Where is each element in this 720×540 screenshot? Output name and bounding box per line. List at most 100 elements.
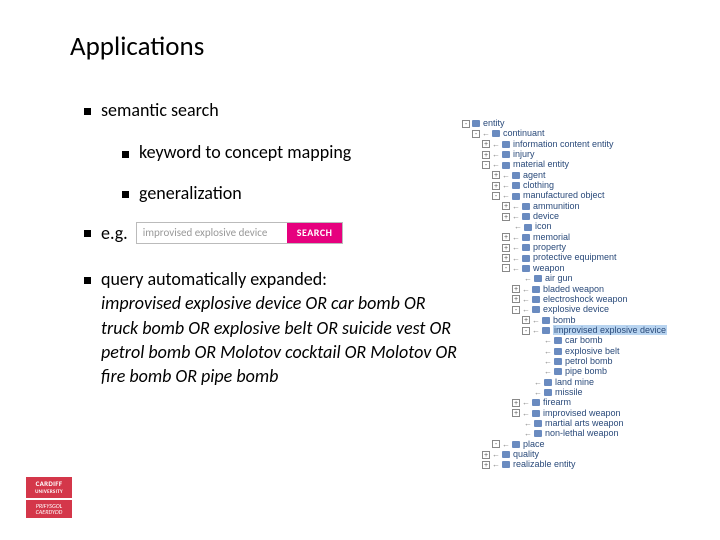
node-label: missile (555, 387, 583, 397)
tree-toggle-icon[interactable]: + (482, 140, 490, 148)
node-label: explosive device (543, 304, 609, 314)
arrow-icon: ← (482, 129, 490, 138)
node-icon (554, 358, 562, 365)
node-icon (544, 379, 552, 386)
tree-node[interactable]: -←weapon (462, 263, 712, 273)
tree-node[interactable]: -← manufactured object (462, 190, 712, 200)
node-icon (502, 451, 510, 458)
node-label: electroshock weapon (543, 294, 628, 304)
node-icon (534, 420, 542, 427)
tree-node[interactable]: +←firearm (462, 397, 712, 407)
tree-node[interactable]: +←memorial (462, 232, 712, 242)
tree-toggle-icon[interactable]: - (462, 120, 470, 128)
node-label: continuant (503, 128, 545, 138)
tree-node[interactable]: ←explosive belt (462, 346, 712, 356)
tree-node[interactable]: +←quality (462, 449, 712, 459)
node-label: improvised explosive device (553, 325, 667, 335)
arrow-icon: ← (512, 212, 520, 221)
node-icon (524, 224, 532, 231)
tree-node[interactable]: ←icon (462, 221, 712, 231)
tree-toggle-icon[interactable]: + (502, 233, 510, 241)
tree-toggle-icon[interactable]: + (492, 171, 500, 179)
ontology-tree: -entity-←continuant+←information content… (462, 118, 712, 470)
text: generalization (139, 182, 242, 204)
tree-node[interactable]: +←protective equipment (462, 252, 712, 262)
tree-node[interactable]: +←information content entity (462, 139, 712, 149)
tree-node[interactable]: +←bladed weapon (462, 284, 712, 294)
tree-node[interactable]: ←martial arts weapon (462, 418, 712, 428)
tree-toggle-icon[interactable]: + (522, 316, 530, 324)
search-button[interactable]: SEARCH (287, 223, 343, 243)
node-icon (522, 203, 530, 210)
query-body: improvised explosive device OR car bomb … (101, 291, 460, 388)
tree-node[interactable]: +←improvised weapon (462, 408, 712, 418)
tree-node[interactable]: +←ammunition (462, 201, 712, 211)
arrow-icon: ← (514, 222, 522, 231)
text: keyword to concept mapping (139, 141, 351, 163)
tree-node[interactable]: ←petrol bomb (462, 356, 712, 366)
tree-toggle-icon[interactable]: - (522, 327, 530, 335)
tree-toggle-icon[interactable]: - (482, 161, 490, 169)
node-label: clothing (523, 180, 554, 190)
arrow-icon: ← (532, 316, 540, 325)
tree-node[interactable]: ←non-lethal weapon (462, 428, 712, 438)
node-label: martial arts weapon (545, 418, 624, 428)
tree-toggle-icon[interactable]: + (512, 399, 520, 407)
tree-toggle-icon[interactable]: + (482, 451, 490, 459)
arrow-icon: ← (502, 191, 510, 200)
tree-toggle-icon[interactable]: + (512, 295, 520, 303)
node-label: property (533, 242, 566, 252)
tree-node[interactable]: ←missile (462, 387, 712, 397)
bullet-keyword-mapping: keyword to concept mapping (122, 140, 460, 164)
tree-node[interactable]: -←material entity (462, 159, 712, 169)
search-input[interactable]: improvised explosive device (137, 223, 287, 243)
tree-toggle-icon[interactable]: + (502, 213, 510, 221)
arrow-icon: ← (524, 429, 532, 438)
tree-toggle-icon[interactable]: - (492, 440, 500, 448)
tree-node[interactable]: -entity (462, 118, 712, 128)
arrow-icon: ← (502, 181, 510, 190)
tree-toggle-icon[interactable]: + (492, 182, 500, 190)
node-label: injury (513, 149, 535, 159)
tree-node[interactable]: +←agent (462, 170, 712, 180)
node-label: manufactured object (523, 190, 605, 200)
tree-node[interactable]: +←bomb (462, 315, 712, 325)
logo-text: CAERDYDD (36, 508, 63, 516)
tree-node[interactable]: +←realizable entity (462, 459, 712, 469)
tree-toggle-icon[interactable]: + (502, 244, 510, 252)
tree-toggle-icon[interactable]: - (472, 130, 480, 138)
tree-toggle-icon[interactable]: + (482, 461, 490, 469)
tree-node[interactable]: +← clothing (462, 180, 712, 190)
tree-node[interactable]: ←air gun (462, 273, 712, 283)
bullet-query-expansion: query automatically expanded: improvised… (84, 267, 460, 388)
tree-node[interactable]: ←pipe bomb (462, 366, 712, 376)
slide-title: Applications (70, 30, 720, 63)
tree-toggle-icon[interactable]: - (502, 264, 510, 272)
tree-toggle-icon[interactable]: - (492, 192, 500, 200)
text: query automatically expanded: (101, 268, 327, 290)
tree-toggle-icon[interactable]: + (512, 285, 520, 293)
arrow-icon: ← (524, 274, 532, 283)
tree-node[interactable]: -←explosive device (462, 304, 712, 314)
node-icon (522, 255, 530, 262)
tree-toggle-icon[interactable]: + (502, 254, 510, 262)
tree-toggle-icon[interactable]: + (512, 409, 520, 417)
node-icon (542, 317, 550, 324)
tree-toggle-icon[interactable]: + (482, 151, 490, 159)
arrow-icon: ← (522, 409, 530, 418)
tree-node[interactable]: +←property (462, 242, 712, 252)
node-icon (502, 461, 510, 468)
tree-node[interactable]: -← continuant (462, 128, 712, 138)
tree-toggle-icon[interactable]: + (502, 202, 510, 210)
tree-node[interactable]: ←land mine (462, 377, 712, 387)
arrow-icon: ← (522, 398, 530, 407)
node-icon (534, 430, 542, 437)
node-label: ammunition (533, 201, 580, 211)
tree-node[interactable]: +←injury (462, 149, 712, 159)
tree-node[interactable]: +←electroshock weapon (462, 294, 712, 304)
tree-node[interactable]: +←device (462, 211, 712, 221)
tree-node[interactable]: ←car bomb (462, 335, 712, 345)
tree-node[interactable]: -←improvised explosive device (462, 325, 712, 335)
tree-node[interactable]: -←place (462, 439, 712, 449)
tree-toggle-icon[interactable]: - (512, 306, 520, 314)
